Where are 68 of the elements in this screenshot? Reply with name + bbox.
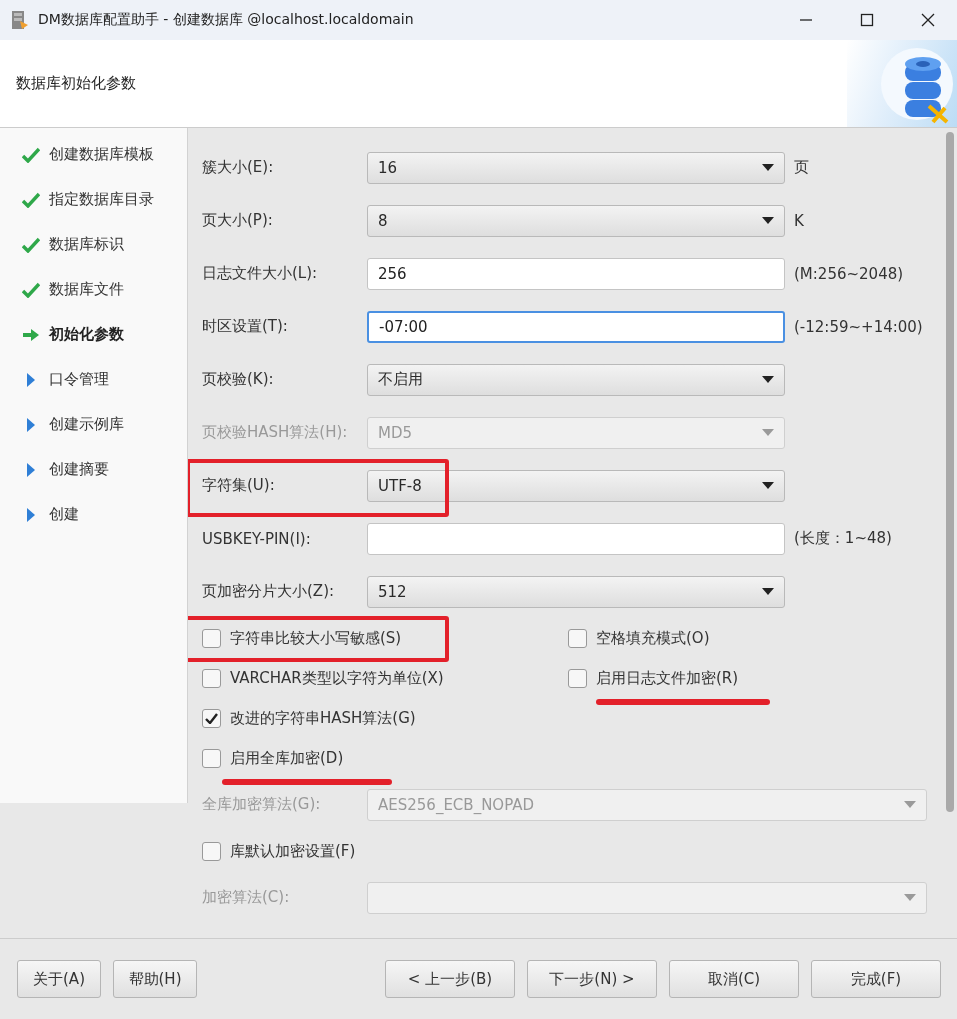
checkbox[interactable] [202,748,221,768]
step-label: 数据库文件 [49,280,124,299]
dialog-button[interactable]: 取消(C) [669,960,799,998]
caret-icon [762,376,774,383]
field-label: 全库加密算法(G): [202,795,322,814]
field-label: 时区设置(T): [202,317,289,336]
step-label: 初始化参数 [49,325,124,344]
field-label: 页大小(P): [202,211,274,230]
input-field[interactable] [367,522,785,555]
checkbox-label: 库默认加密设置(F) [230,841,356,861]
caret-icon [762,164,774,171]
unit-label: (-12:59~+14:00) [794,317,923,336]
page-title: 数据库初始化参数 [15,74,137,93]
step-label: 创建示例库 [49,415,124,434]
checkmark-icon [205,712,218,724]
dialog-button[interactable]: 下一步(N) > [527,960,657,998]
field-label: 页校验(K): [202,370,275,389]
dialog-button[interactable]: 帮助(H) [113,960,197,998]
unit-label: 页 [794,158,809,177]
dropdown[interactable]: 8 [367,204,785,237]
checkbox[interactable] [202,708,221,728]
step-label: 指定数据库目录 [49,190,154,209]
field-label: 页加密分片大小(Z): [202,582,336,601]
dialog-button[interactable]: < 上一步(B) [385,960,515,998]
caret-icon [762,588,774,595]
window-title: DM数据库配置助手 - 创建数据库 @localhost.localdomain [38,11,415,29]
field-label: 加密算法(C): [202,888,291,907]
checkbox-label: 启用日志文件加密(R) [596,668,739,688]
step-label: 创建 [49,505,79,524]
field-label: 页校验HASH算法(H): [202,423,349,442]
close-icon[interactable] [921,13,935,27]
caret-icon [762,429,774,436]
field-label: USBKEY-PIN(I): [202,529,312,548]
dropdown[interactable]: UTF-8 [367,469,785,502]
field-label: 日志文件大小(L): [202,264,319,283]
caret-icon [904,801,916,808]
dropdown[interactable]: 不启用 [367,363,785,396]
checkbox[interactable] [202,628,221,648]
step-label: 创建数据库模板 [49,145,154,164]
checkbox[interactable] [202,841,221,861]
step-label: 创建摘要 [49,460,109,479]
checkbox-label: 空格填充模式(O) [596,628,710,648]
checkbox-label: 字符串比较大小写敏感(S) [230,628,402,648]
checkbox-label: VARCHAR类型以字符为单位(X) [230,668,444,688]
checkbox[interactable] [202,668,221,688]
scrollbar-thumb[interactable] [946,132,954,812]
field-label: 字符集(U): [202,476,276,495]
caret-icon [762,482,774,489]
checkbox[interactable] [568,628,587,648]
dropdown[interactable]: 512 [367,575,785,608]
step-label: 数据库标识 [49,235,124,254]
unit-label: (长度：1~48) [794,529,892,548]
caret-icon [762,217,774,224]
maximize-icon[interactable] [860,13,874,27]
dialog-button[interactable]: 完成(F) [811,960,941,998]
dropdown[interactable]: 16 [367,151,785,184]
checkbox-label: 改进的字符串HASH算法(G) [230,708,416,728]
step-label: 口令管理 [49,370,109,389]
field-label: 簇大小(E): [202,158,275,177]
unit-label: (M:256~2048) [794,264,904,283]
caret-icon [904,894,916,901]
input-field[interactable]: -07:00 [367,310,785,343]
checkbox[interactable] [568,668,587,688]
input-field[interactable]: 256 [367,257,785,290]
app-icon [10,9,30,31]
unit-label: K [794,211,804,230]
dialog-button[interactable]: 关于(A) [17,960,101,998]
checkbox-label: 启用全库加密(D) [230,748,344,768]
